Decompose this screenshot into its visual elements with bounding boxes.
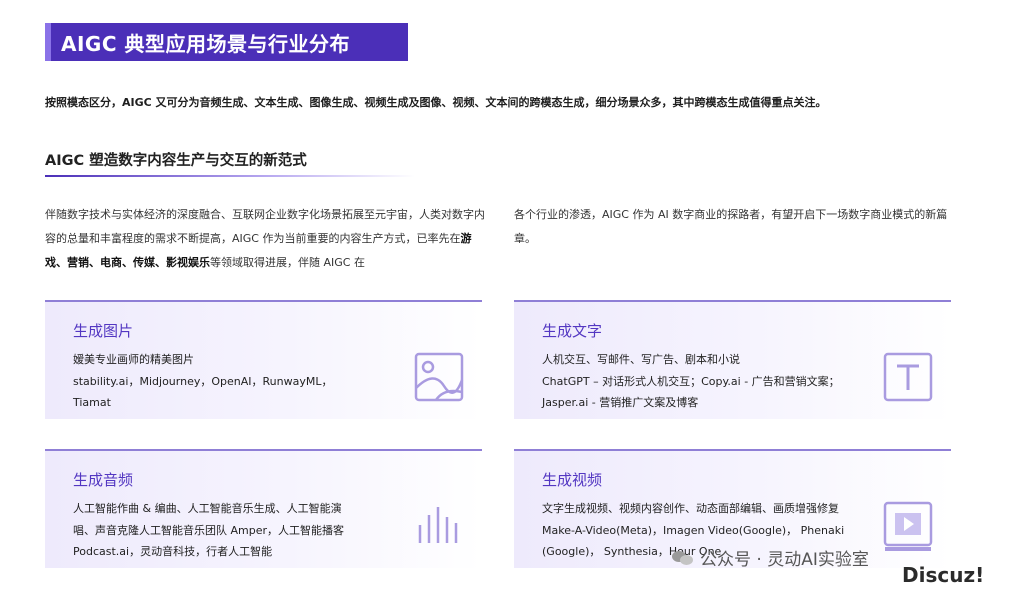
card-title: 生成音频 bbox=[73, 471, 134, 489]
card-line: 人机交互、写邮件、写广告、剧本和小说 bbox=[542, 353, 740, 366]
card-line: Jasper.ai - 营销推广文案及博客 bbox=[542, 396, 699, 409]
card-title: 生成图片 bbox=[73, 322, 134, 340]
card-line: 文字生成视频、视频内容创作、动态面部编辑、画质增强修复 bbox=[542, 502, 839, 515]
audio-icon bbox=[418, 507, 458, 543]
card-line: Make-A-Video(Meta)，Imagen Video(Google)，… bbox=[542, 523, 845, 537]
card-line: stability.ai，Midjourney，OpenAI，RunwayML， bbox=[73, 374, 333, 388]
paragraph-left-text-b: 等领域取得进展，伴随 AIGC 在 bbox=[210, 256, 365, 269]
title-accent bbox=[45, 23, 51, 61]
card-body: 人机交互、写邮件、写广告、剧本和小说 ChatGPT – 对话形式人机交互；Co… bbox=[542, 349, 882, 414]
paragraph-right: 各个行业的渗透，AIGC 作为 AI 数字商业的探路者，有望开启下一场数字商业模… bbox=[514, 208, 948, 245]
paragraph-left-text-a: 伴随数字技术与实体经济的深度融合、互联网企业数字化场景拓展至元宇宙，人类对数字内… bbox=[45, 208, 485, 245]
video-icon bbox=[883, 501, 933, 551]
title-banner: AIGC 典型应用场景与行业分布 bbox=[45, 23, 408, 61]
text-icon bbox=[883, 352, 933, 402]
section-subtitle: AIGC 塑造数字内容生产与交互的新范式 bbox=[45, 153, 307, 169]
card-line: 唱、声音克隆人工智能音乐团队 Amper，人工智能播客 bbox=[73, 523, 345, 537]
card-text-generation: 生成文字 人机交互、写邮件、写广告、剧本和小说 ChatGPT – 对话形式人机… bbox=[514, 300, 951, 419]
card-image-generation: 生成图片 嫒美专业画师的精美图片 stability.ai，Midjourney… bbox=[45, 300, 482, 419]
card-line: 嫒美专业画师的精美图片 bbox=[73, 353, 194, 366]
image-icon bbox=[414, 352, 464, 402]
card-title: 生成视频 bbox=[542, 471, 603, 489]
intro-text: 按照模态区分，AIGC 又可分为音频生成、文本生成、图像生成、视频生成及图像、视… bbox=[45, 96, 827, 109]
subtitle-underline bbox=[45, 175, 415, 177]
card-line: Tiamat bbox=[73, 396, 111, 409]
paragraph-left: 伴随数字技术与实体经济的深度融合、互联网企业数字化场景拓展至元宇宙，人类对数字内… bbox=[45, 203, 485, 275]
discuz-logo: Discuz! bbox=[902, 563, 985, 587]
wechat-icon bbox=[672, 549, 694, 567]
watermark-text: 公众号 · 灵动AI实验室 bbox=[700, 550, 869, 570]
card-body: 人工智能作曲 & 编曲、人工智能音乐生成、人工智能演 唱、声音克隆人工智能音乐团… bbox=[73, 498, 393, 563]
card-body: 嫒美专业画师的精美图片 stability.ai，Midjourney，Open… bbox=[73, 349, 393, 414]
card-title: 生成文字 bbox=[542, 322, 603, 340]
card-line: ChatGPT – 对话形式人机交互；Copy.ai - 广告和营销文案； bbox=[542, 374, 840, 388]
wechat-watermark: 公众号 · 灵动AI实验室 bbox=[672, 545, 869, 570]
page-title: AIGC 典型应用场景与行业分布 bbox=[61, 31, 350, 56]
card-line: 人工智能作曲 & 编曲、人工智能音乐生成、人工智能演 bbox=[73, 502, 342, 515]
card-audio-generation: 生成音频 人工智能作曲 & 编曲、人工智能音乐生成、人工智能演 唱、声音克隆人工… bbox=[45, 449, 482, 568]
card-line: Podcast.ai，灵动音科技，行者人工智能 bbox=[73, 545, 273, 558]
